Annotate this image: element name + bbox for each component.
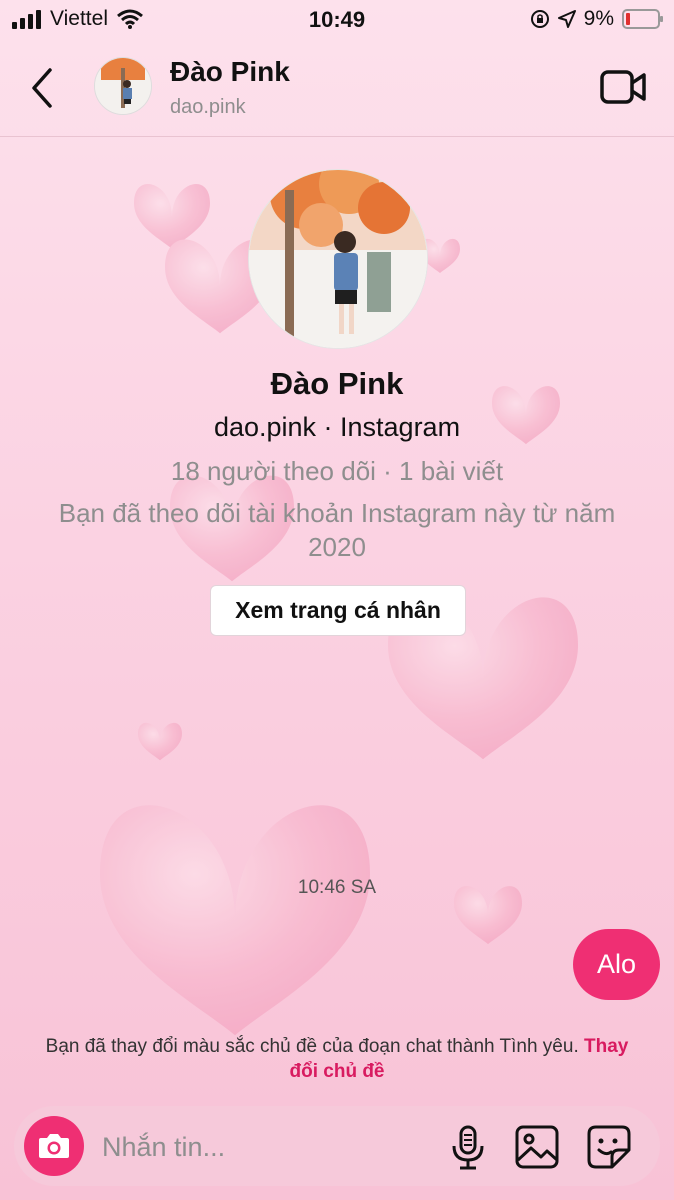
theme-change-notice: Bạn đã thay đổi màu sắc chủ đề của đoạn … (40, 1034, 634, 1084)
back-icon[interactable] (24, 64, 64, 112)
avatar-photo (95, 58, 151, 114)
gallery-icon[interactable] (514, 1124, 560, 1170)
profile-photo (249, 170, 427, 348)
sticker-icon[interactable] (586, 1124, 632, 1170)
video-call-icon[interactable] (600, 68, 646, 106)
camera-button[interactable] (24, 1116, 84, 1176)
profile-avatar[interactable] (248, 169, 428, 349)
battery-icon (622, 9, 663, 29)
header-name[interactable]: Đào Pink (170, 56, 290, 88)
camera-icon (39, 1134, 69, 1158)
orientation-lock-icon (530, 10, 549, 28)
profile-stats: 18 người theo dõi · 1 bài viết (170, 456, 504, 486)
location-icon (557, 10, 576, 28)
microphone-icon[interactable] (450, 1124, 486, 1170)
message-bubble[interactable]: Alo (573, 929, 660, 1000)
message-timestamp: 10:46 SA (297, 877, 377, 898)
profile-subtitle: dao.pink · Instagram (213, 412, 461, 442)
view-profile-button[interactable]: Xem trang cá nhân (210, 585, 466, 636)
avatar[interactable] (94, 57, 152, 115)
status-bar: Viettel 10:49 9% (0, 0, 674, 40)
message-input[interactable] (100, 1122, 424, 1172)
profile-name: Đào Pink (270, 366, 404, 401)
theme-note-text: Bạn đã thay đổi màu sắc chủ đề của đoạn … (45, 1036, 579, 1057)
follow-info: Bạn đã theo dõi tài khoản Instagram này … (58, 498, 616, 562)
chat-header: Đào Pink dao.pink (0, 40, 674, 137)
battery-percent: 9% (583, 7, 614, 30)
header-username: dao.pink (170, 96, 246, 118)
message-composer (14, 1106, 660, 1186)
